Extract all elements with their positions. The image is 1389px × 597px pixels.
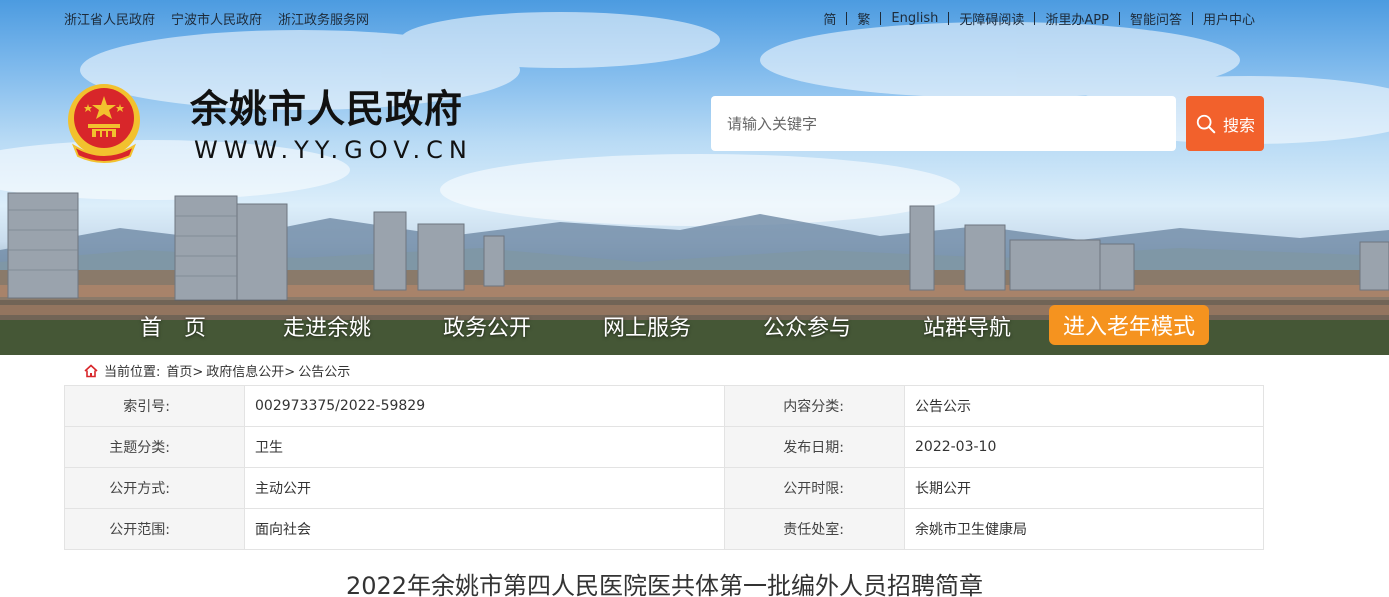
value-publish-date: 2022-03-10 xyxy=(904,426,1264,468)
table-row: 公开范围: 面向社会 责任处室: 余姚市卫生健康局 xyxy=(64,508,1264,550)
link-zhejiang-gov[interactable]: 浙江省人民政府 xyxy=(64,9,155,28)
table-row: 主题分类: 卫生 发布日期: 2022-03-10 xyxy=(64,426,1264,468)
breadcrumb: 当前位置: 首页> 政府信息公开> 公告公示 xyxy=(84,361,350,380)
document-info-table: 索引号: 002973375/2022-59829 内容分类: 公告公示 主题分… xyxy=(64,385,1264,550)
value-content-category: 公告公示 xyxy=(904,385,1264,427)
nav-home[interactable]: 首 页 xyxy=(140,310,206,342)
national-emblem-icon xyxy=(68,84,140,163)
article-title: 2022年余姚市第四人民医院医共体第一批编外人员招聘简章 xyxy=(345,572,984,597)
nav-site-navigation[interactable]: 站群导航 xyxy=(923,310,1011,342)
nav-online-service[interactable]: 网上服务 xyxy=(603,310,691,342)
breadcrumb-prefix: 当前位置: xyxy=(104,365,161,380)
breadcrumb-gov-info[interactable]: 政府信息公开> xyxy=(206,361,295,380)
label-index-no: 索引号: xyxy=(64,385,245,427)
value-index-no: 002973375/2022-59829 xyxy=(244,385,725,427)
header-banner: 浙江省人民政府 宁波市人民政府 浙江政务服务网 简 繁 English 无障碍阅… xyxy=(0,0,1389,355)
label-topic-category: 主题分类: xyxy=(64,426,245,468)
link-zhejiang-service[interactable]: 浙江政务服务网 xyxy=(278,9,369,28)
label-disclosure-method: 公开方式: xyxy=(64,467,245,509)
top-right-links: 简 繁 English 无障碍阅读 浙里办APP 智能问答 用户中心 xyxy=(813,9,1265,28)
value-topic-category: 卫生 xyxy=(244,426,725,468)
link-user-center[interactable]: 用户中心 xyxy=(1193,9,1265,28)
value-disclosure-scope: 面向社会 xyxy=(244,508,725,550)
link-traditional[interactable]: 繁 xyxy=(847,9,880,28)
table-row: 公开方式: 主动公开 公开时限: 长期公开 xyxy=(64,467,1264,509)
label-responsible-dept: 责任处室: xyxy=(724,508,905,550)
table-row: 索引号: 002973375/2022-59829 内容分类: 公告公示 xyxy=(64,385,1264,427)
label-publish-date: 发布日期: xyxy=(724,426,905,468)
elder-mode-button[interactable]: 进入老年模式 xyxy=(1049,305,1209,345)
link-simplified[interactable]: 简 xyxy=(813,9,846,28)
city-skyline-image xyxy=(0,12,1389,355)
nav-gov-affairs[interactable]: 政务公开 xyxy=(443,310,531,342)
value-disclosure-period: 长期公开 xyxy=(904,467,1264,509)
nav-public-participation[interactable]: 公众参与 xyxy=(763,310,851,342)
link-english[interactable]: English xyxy=(881,11,948,26)
search-button-label: 搜索 xyxy=(1222,115,1255,135)
label-disclosure-scope: 公开范围: xyxy=(64,508,245,550)
link-ningbo-gov[interactable]: 宁波市人民政府 xyxy=(171,9,262,28)
nav-about-yuyao[interactable]: 走进余姚 xyxy=(283,310,371,342)
link-accessibility[interactable]: 无障碍阅读 xyxy=(949,9,1034,28)
breadcrumb-home[interactable]: 首页> xyxy=(166,361,203,380)
label-content-category: 内容分类: xyxy=(724,385,905,427)
label-disclosure-period: 公开时限: xyxy=(724,467,905,509)
top-left-links: 浙江省人民政府 宁波市人民政府 浙江政务服务网 xyxy=(64,9,369,28)
value-disclosure-method: 主动公开 xyxy=(244,467,725,509)
search-input[interactable] xyxy=(711,96,1176,151)
site-url: WWW.YY.GOV.CN xyxy=(194,136,473,164)
link-smart-qa[interactable]: 智能问答 xyxy=(1120,9,1192,28)
search-icon xyxy=(1196,114,1216,133)
breadcrumb-current: 公告公示 xyxy=(298,365,351,380)
home-icon xyxy=(84,363,98,377)
site-title: 余姚市人民政府 xyxy=(190,87,464,131)
search-button[interactable]: 搜索 xyxy=(1186,96,1264,151)
value-responsible-dept: 余姚市卫生健康局 xyxy=(904,508,1264,550)
link-zlb-app[interactable]: 浙里办APP xyxy=(1035,9,1119,28)
